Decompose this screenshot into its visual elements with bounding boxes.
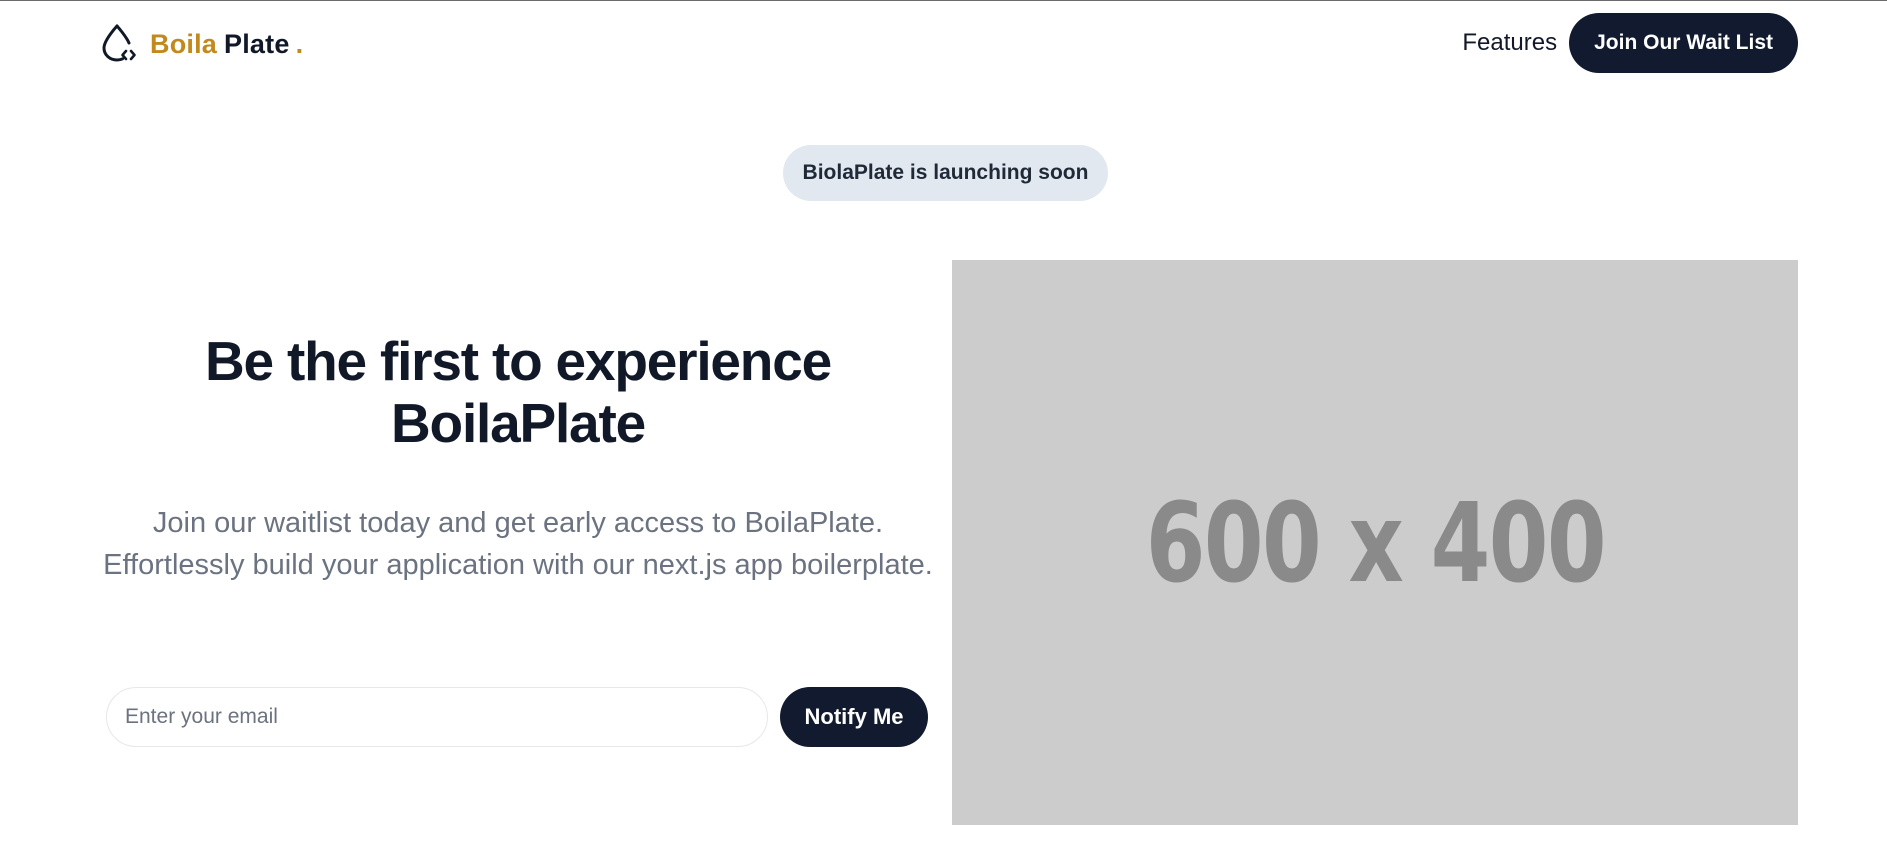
site-header: Boila Plate . Features Join Our Wait Lis…: [0, 1, 1887, 85]
launch-announcement-badge: BiolaPlate is launching soon: [783, 145, 1108, 201]
hero-headline: Be the first to experience BoilaPlate: [98, 330, 938, 454]
nav-link-features[interactable]: Features: [1462, 29, 1557, 57]
brand-name: Boila Plate .: [150, 29, 303, 60]
hero-headline-line2: BoilaPlate: [391, 392, 646, 454]
brand-word-boila: Boila: [150, 28, 218, 59]
placeholder-image-caption: 600 x 400: [1145, 478, 1606, 607]
main-nav: Features Join Our Wait List: [1462, 13, 1798, 73]
brand-word-plate: Plate: [224, 28, 290, 59]
hero-subtext: Join our waitlist today and get early ac…: [103, 507, 933, 581]
brand-dot: .: [295, 28, 304, 59]
join-waitlist-button[interactable]: Join Our Wait List: [1569, 13, 1798, 73]
waitlist-signup-form: Notify Me: [106, 687, 928, 747]
email-input[interactable]: [106, 687, 768, 747]
notify-me-button[interactable]: Notify Me: [780, 687, 928, 747]
hero-headline-line1: Be the first to experience: [205, 330, 832, 392]
hero-placeholder-image: 600 x 400: [952, 260, 1798, 825]
brand-logo-link[interactable]: Boila Plate .: [98, 23, 303, 65]
droplet-code-icon: [102, 24, 136, 62]
hero-copy: Be the first to experience BoilaPlate Jo…: [98, 330, 938, 586]
